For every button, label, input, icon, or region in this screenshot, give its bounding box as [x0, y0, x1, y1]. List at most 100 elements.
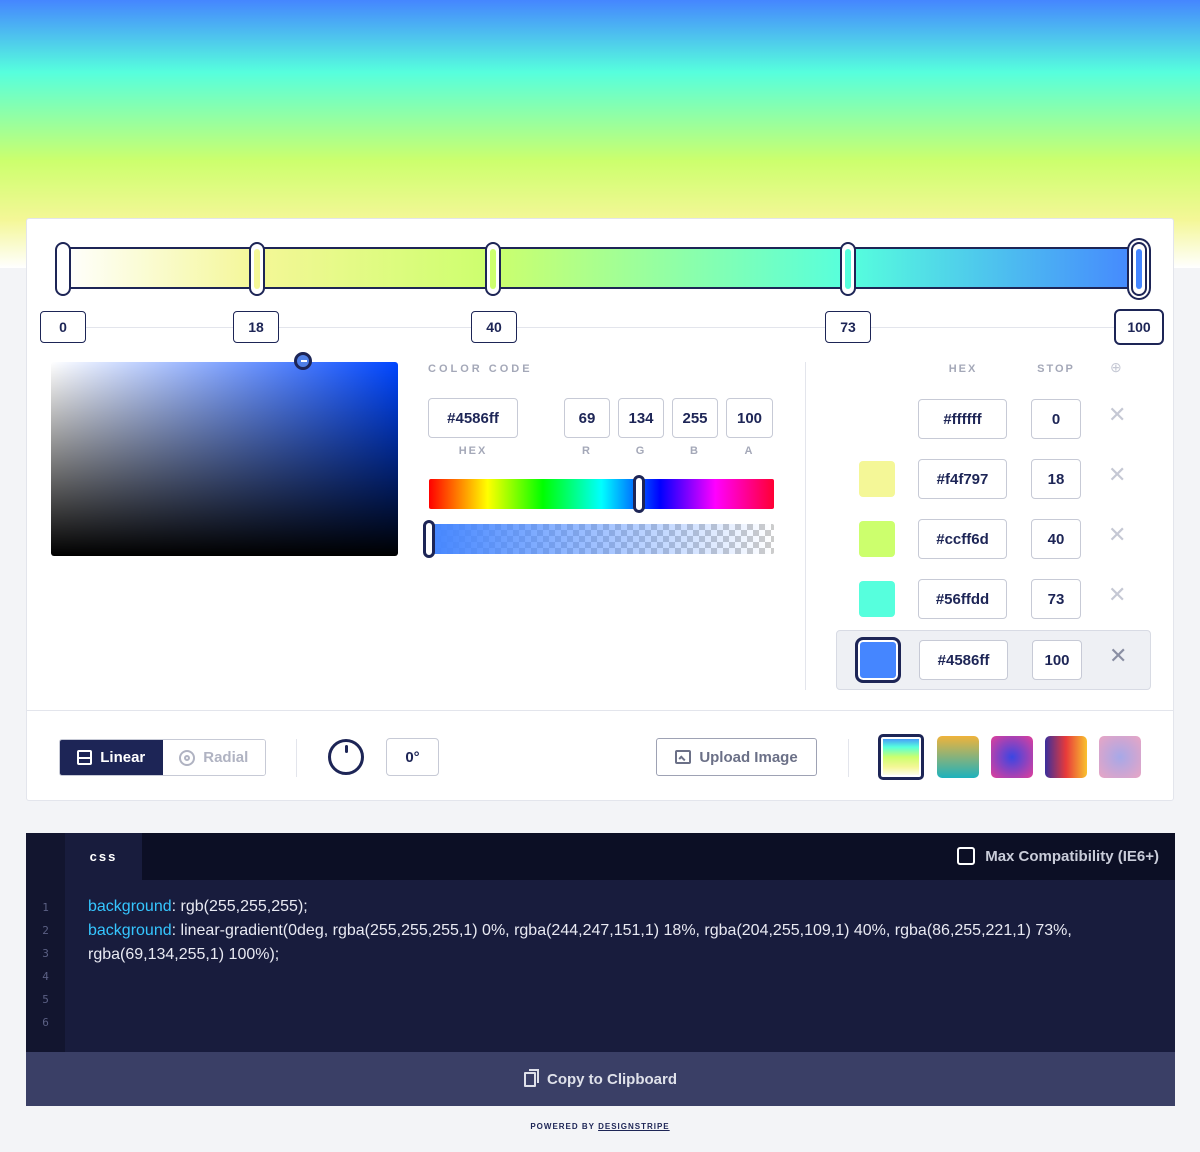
- hex-input[interactable]: #4586ff: [428, 398, 518, 438]
- close-icon[interactable]: ✕: [1108, 404, 1126, 426]
- linear-button[interactable]: Linear: [60, 740, 163, 775]
- preset-swatch[interactable]: [991, 736, 1033, 778]
- stop-hex-input[interactable]: #4586ff: [919, 640, 1008, 680]
- stop-track: [63, 327, 1139, 328]
- line-number: 3: [42, 947, 49, 960]
- stop-handle-40[interactable]: [485, 242, 502, 296]
- picker-cursor[interactable]: [294, 352, 312, 370]
- css-property: background: [88, 922, 172, 939]
- close-icon[interactable]: ✕: [1108, 584, 1126, 606]
- copy-icon: [524, 1068, 539, 1087]
- divider: [296, 739, 297, 777]
- color-swatch[interactable]: [855, 637, 901, 683]
- divider: [848, 739, 849, 777]
- hue-slider-handle[interactable]: [633, 475, 646, 513]
- line-number: 4: [42, 970, 49, 983]
- code-tabs: css Max Compatibility (IE6+): [65, 833, 1175, 880]
- preset-swatch[interactable]: [1045, 736, 1087, 778]
- stop-hex-input[interactable]: #ffffff: [918, 399, 1007, 439]
- divider: [27, 710, 1173, 711]
- tab-css[interactable]: css: [65, 833, 142, 880]
- stop-marker-label[interactable]: 73: [825, 311, 871, 343]
- alpha-input[interactable]: 100: [726, 398, 773, 438]
- upload-image-button[interactable]: Upload Image: [656, 738, 817, 776]
- stop-marker-label[interactable]: 0: [40, 311, 86, 343]
- blue-input[interactable]: 255: [672, 398, 718, 438]
- color-swatch[interactable]: [859, 581, 895, 617]
- color-stop-row[interactable]: #56ffdd 73 ✕: [836, 570, 1151, 630]
- checkbox[interactable]: [957, 847, 976, 865]
- green-input[interactable]: 134: [618, 398, 664, 438]
- alpha-label: A: [744, 445, 755, 457]
- radial-button[interactable]: Radial: [162, 740, 265, 775]
- color-stop-row[interactable]: #ccff6d 40 ✕: [836, 510, 1151, 570]
- preset-swatch[interactable]: [878, 734, 924, 780]
- gradient-bar[interactable]: [55, 242, 1147, 296]
- stop-handle-73[interactable]: [840, 242, 857, 296]
- code-line-2[interactable]: background: linear-gradient(0deg, rgba(2…: [88, 919, 1155, 967]
- close-icon[interactable]: ✕: [1108, 524, 1126, 546]
- color-swatch[interactable]: [859, 461, 895, 497]
- stop-position-input[interactable]: 0: [1031, 399, 1081, 439]
- footer: POWERED BY DESIGNSTRIPE: [0, 1122, 1200, 1131]
- powered-by-text: POWERED BY: [530, 1122, 599, 1131]
- designstripe-link[interactable]: DESIGNSTRIPE: [598, 1122, 670, 1131]
- blue-label: B: [690, 445, 700, 457]
- stop-handle-18[interactable]: [248, 242, 265, 296]
- linear-icon: [77, 750, 93, 765]
- hex-column-header: HEX: [948, 363, 978, 375]
- color-code-heading: COLOR CODE: [428, 363, 533, 375]
- stop-handle-100[interactable]: [1131, 242, 1147, 296]
- radial-label: Radial: [203, 749, 249, 766]
- copy-to-clipboard-button[interactable]: Copy to Clipboard: [26, 1052, 1175, 1106]
- stop-position-input[interactable]: 18: [1031, 459, 1081, 499]
- gradient-type-toggle: Linear Radial: [59, 739, 266, 776]
- css-value: : linear-gradient(0deg, rgba(255,255,255…: [88, 922, 1072, 963]
- hue-slider[interactable]: [429, 479, 774, 509]
- close-icon[interactable]: ✕: [1109, 645, 1127, 667]
- color-stop-row[interactable]: #f4f797 18 ✕: [836, 450, 1151, 510]
- stop-marker-label[interactable]: 40: [471, 311, 517, 343]
- saturation-value-picker[interactable]: [51, 362, 398, 556]
- stop-position-input[interactable]: 100: [1032, 640, 1082, 680]
- line-number: 1: [42, 901, 49, 914]
- angle-input[interactable]: 0°: [386, 738, 439, 776]
- alpha-slider-handle[interactable]: [423, 520, 435, 558]
- line-number: 5: [42, 993, 49, 1006]
- stop-position-input[interactable]: 73: [1031, 579, 1081, 619]
- red-input[interactable]: 69: [564, 398, 610, 438]
- plus-circle-icon[interactable]: ⊕: [1110, 359, 1122, 376]
- preset-swatch[interactable]: [1099, 736, 1141, 778]
- stop-marker-label-active[interactable]: 100: [1114, 309, 1164, 345]
- close-icon[interactable]: ✕: [1108, 464, 1126, 486]
- divider: [805, 362, 806, 690]
- copy-label: Copy to Clipboard: [547, 1070, 677, 1088]
- upload-image-label: Upload Image: [699, 748, 798, 766]
- gradient-editor-panel: 0 18 40 73 100 COLOR CODE #4586ff HEX 69…: [26, 218, 1174, 801]
- alpha-slider[interactable]: [429, 524, 774, 554]
- linear-label: Linear: [100, 749, 146, 766]
- css-value: : rgb(255,255,255);: [171, 898, 308, 915]
- stop-hex-input[interactable]: #f4f797: [918, 459, 1007, 499]
- css-property: background: [88, 898, 172, 915]
- image-icon: [675, 750, 692, 764]
- angle-dial[interactable]: [328, 739, 364, 775]
- red-label: R: [582, 445, 592, 457]
- line-number: 6: [42, 1016, 49, 1029]
- hex-label: HEX: [458, 445, 488, 457]
- color-stop-row[interactable]: #4586ff 100 ✕: [836, 630, 1151, 690]
- max-compatibility-toggle[interactable]: Max Compatibility (IE6+): [957, 847, 1159, 865]
- color-stop-row[interactable]: #ffffff 0 ✕: [836, 390, 1151, 450]
- preset-swatch[interactable]: [937, 736, 979, 778]
- stop-marker-label[interactable]: 18: [233, 311, 279, 343]
- stop-column-header: STOP: [1037, 363, 1075, 375]
- stop-hex-input[interactable]: #ccff6d: [918, 519, 1007, 559]
- code-panel: css Max Compatibility (IE6+) 1 2 3 4 5 6…: [26, 833, 1175, 1052]
- code-line-1[interactable]: background: rgb(255,255,255);: [88, 895, 1155, 919]
- stop-position-input[interactable]: 40: [1031, 519, 1081, 559]
- stop-handle-0[interactable]: [55, 242, 71, 296]
- stop-hex-input[interactable]: #56ffdd: [918, 579, 1007, 619]
- radial-icon: [179, 749, 196, 766]
- line-number: 2: [42, 924, 49, 937]
- color-swatch[interactable]: [859, 521, 895, 557]
